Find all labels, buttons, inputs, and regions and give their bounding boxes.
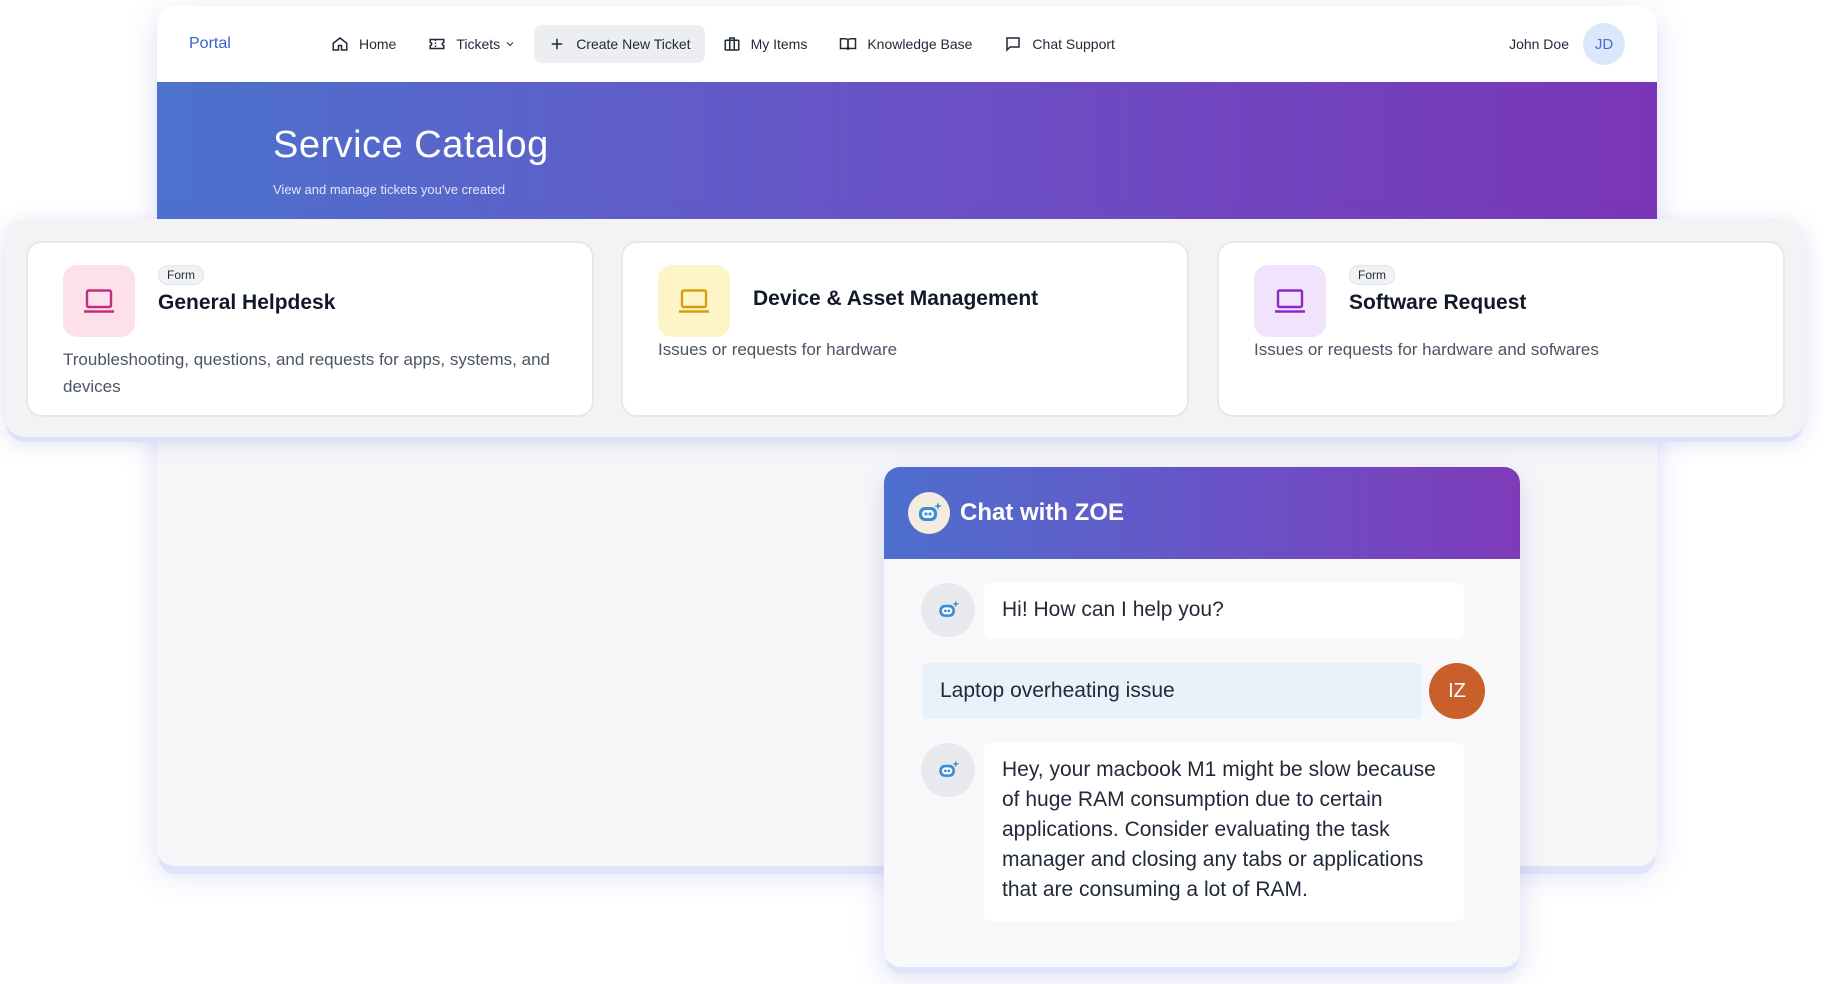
nav-menu: Home Tickets Create New Ticket My Items … xyxy=(317,6,1129,82)
user-avatar-iz: IZ xyxy=(1429,663,1485,719)
card-title: General Helpdesk xyxy=(158,291,336,314)
top-navbar: Portal Home Tickets Create New Ticket My… xyxy=(157,6,1657,82)
chat-message-bot: Hey, your macbook M1 might be slow becau… xyxy=(984,743,1464,921)
nav-knowledge-base-label: Knowledge Base xyxy=(867,36,973,52)
brand-link[interactable]: Portal xyxy=(189,35,231,53)
page-subtitle: View and manage tickets you've created xyxy=(273,182,506,197)
laptop-icon xyxy=(679,289,709,313)
card-device-asset-management[interactable]: Device & Asset Management Issues or requ… xyxy=(621,241,1189,417)
robot-icon xyxy=(919,502,942,521)
nav-my-items[interactable]: My Items xyxy=(709,25,822,63)
user-name[interactable]: John Doe xyxy=(1509,36,1569,52)
nav-home-label: Home xyxy=(359,36,397,52)
chat-header: Chat with ZOE xyxy=(884,467,1520,559)
nav-create-ticket[interactable]: Create New Ticket xyxy=(534,25,705,63)
plus-icon xyxy=(551,38,563,50)
card-description: Troubleshooting, questions, and requests… xyxy=(63,350,550,396)
card-description: Issues or requests for hardware and sofw… xyxy=(1254,340,1599,359)
card-software-request[interactable]: Form Software Request Issues or requests… xyxy=(1217,241,1785,417)
nav-home[interactable]: Home xyxy=(317,25,410,63)
card-icon-box xyxy=(1254,265,1326,337)
chat-message-user: Laptop overheating issue xyxy=(922,663,1422,719)
laptop-icon xyxy=(84,289,114,313)
card-icon-box xyxy=(658,265,730,337)
chat-widget: Chat with ZOE Hi! How can I help you? La… xyxy=(884,467,1520,967)
card-title: Device & Asset Management xyxy=(753,287,1039,310)
card-icon-box xyxy=(63,265,135,337)
catalog-panel: Form General Helpdesk Troubleshooting, q… xyxy=(5,219,1805,437)
card-description: Issues or requests for hardware xyxy=(658,340,898,359)
bot-avatar xyxy=(908,492,950,534)
chat-message-bot: Hi! How can I help you? xyxy=(984,583,1464,639)
chat-title: Chat with ZOE xyxy=(960,499,1124,526)
nav-chat-support[interactable]: Chat Support xyxy=(990,25,1129,63)
robot-icon xyxy=(939,600,960,617)
card-title: Software Request xyxy=(1349,291,1527,314)
nav-tickets[interactable]: Tickets xyxy=(414,25,530,63)
book-icon xyxy=(840,38,857,51)
page-title: Service Catalog xyxy=(273,124,549,166)
ticket-icon xyxy=(429,38,445,50)
nav-my-items-label: My Items xyxy=(750,36,808,52)
nav-tickets-label: Tickets xyxy=(456,36,501,52)
laptop-icon xyxy=(1275,289,1305,313)
user-avatar[interactable]: JD xyxy=(1583,23,1625,65)
form-badge: Form xyxy=(1349,265,1395,285)
card-general-helpdesk[interactable]: Form General Helpdesk Troubleshooting, q… xyxy=(26,241,594,417)
robot-icon xyxy=(939,760,960,777)
nav-knowledge-base[interactable]: Knowledge Base xyxy=(825,25,986,63)
briefcase-icon xyxy=(724,37,740,51)
nav-chat-support-label: Chat Support xyxy=(1032,36,1115,52)
chevron-down-icon xyxy=(506,42,514,47)
form-badge: Form xyxy=(158,265,204,285)
home-icon xyxy=(332,37,348,51)
nav-create-ticket-label: Create New Ticket xyxy=(576,36,691,52)
hero-banner: Service Catalog View and manage tickets … xyxy=(157,82,1657,226)
bot-avatar xyxy=(921,743,975,797)
chat-icon xyxy=(1006,37,1021,52)
bot-avatar xyxy=(921,583,975,637)
